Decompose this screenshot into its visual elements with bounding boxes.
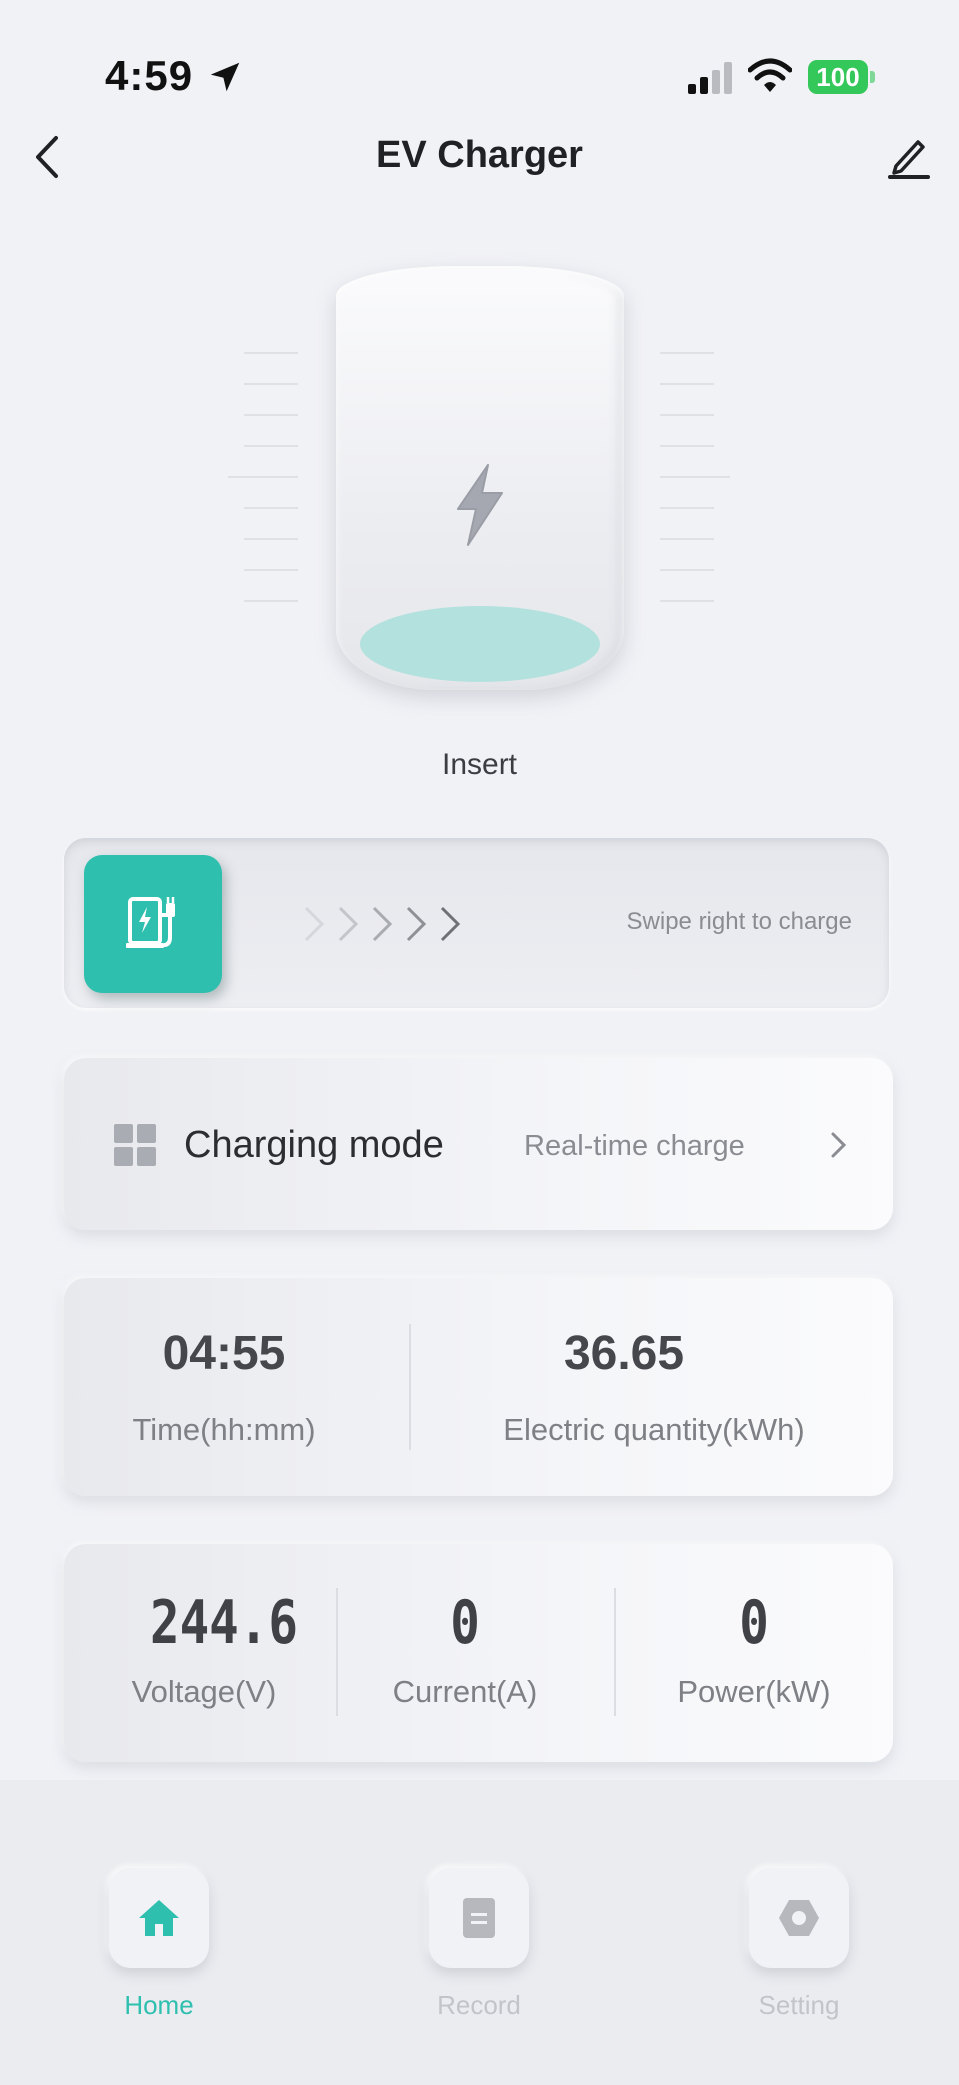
battery-level: 100 [816, 62, 860, 92]
current-label: Current(A) [392, 1674, 538, 1709]
status-time: 4:59 [105, 52, 194, 99]
divider [409, 1324, 411, 1450]
voltage-label: Voltage(V) [131, 1674, 277, 1709]
charging-station-icon [126, 897, 175, 948]
charging-mode-value: Real-time charge [524, 1130, 745, 1162]
energy-value: 36.65 [563, 1327, 685, 1380]
voltage-value: 244.6 [149, 1588, 299, 1658]
nav-label-setting: Setting [758, 1990, 840, 2020]
time-value: 04:55 [162, 1327, 286, 1380]
nav-item-setting[interactable]: Setting [729, 1868, 869, 2028]
charger-glow [360, 606, 600, 682]
pencil-icon[interactable] [888, 134, 930, 180]
tick-marks-right [660, 352, 730, 612]
divider [614, 1588, 616, 1716]
nav-label-record: Record [437, 1990, 521, 2020]
location-arrow-icon [210, 62, 240, 92]
electrical-readings-card: 244.6 Voltage(V) 0 Current(A) 0 Power(kW… [64, 1544, 893, 1762]
energy-label: Electric quantity(kWh) [503, 1412, 805, 1447]
bottom-nav: Home Record Setting [0, 1780, 959, 2085]
tick-marks-left [228, 352, 300, 612]
chevron-right-icon [831, 1132, 847, 1158]
power-label: Power(kW) [677, 1674, 831, 1709]
swipe-arrows-icon [304, 906, 461, 942]
divider [336, 1588, 338, 1716]
hexagon-settings-icon [779, 1900, 819, 1936]
page-title: EV Charger [376, 134, 583, 176]
charger-status: Insert [441, 748, 518, 781]
swipe-charge-handle[interactable] [84, 855, 222, 993]
nav-item-home[interactable]: Home [89, 1868, 229, 2028]
charging-stats-card: 04:55 Time(hh:mm) 36.65 Electric quantit… [64, 1278, 893, 1496]
document-icon [463, 1898, 495, 1938]
swipe-hint: Swipe right to charge [626, 908, 852, 935]
battery-indicator: 100 [808, 60, 875, 94]
time-label: Time(hh:mm) [132, 1412, 316, 1447]
cellular-signal-icon [688, 62, 732, 94]
charger-body [330, 258, 630, 698]
wifi-icon [748, 58, 792, 92]
status-bar: 4:59 100 [0, 0, 959, 150]
charging-mode-label: Charging mode [184, 1124, 444, 1166]
charging-mode-row[interactable]: Charging mode Real-time charge [64, 1058, 893, 1230]
grid-icon [114, 1124, 158, 1168]
home-icon [139, 1900, 179, 1936]
nav-item-record[interactable]: Record [409, 1868, 549, 2028]
current-value: 0 [450, 1588, 480, 1658]
lightning-bolt-icon [457, 464, 503, 546]
nav-label-home: Home [124, 1990, 194, 2020]
power-value: 0 [739, 1588, 769, 1658]
